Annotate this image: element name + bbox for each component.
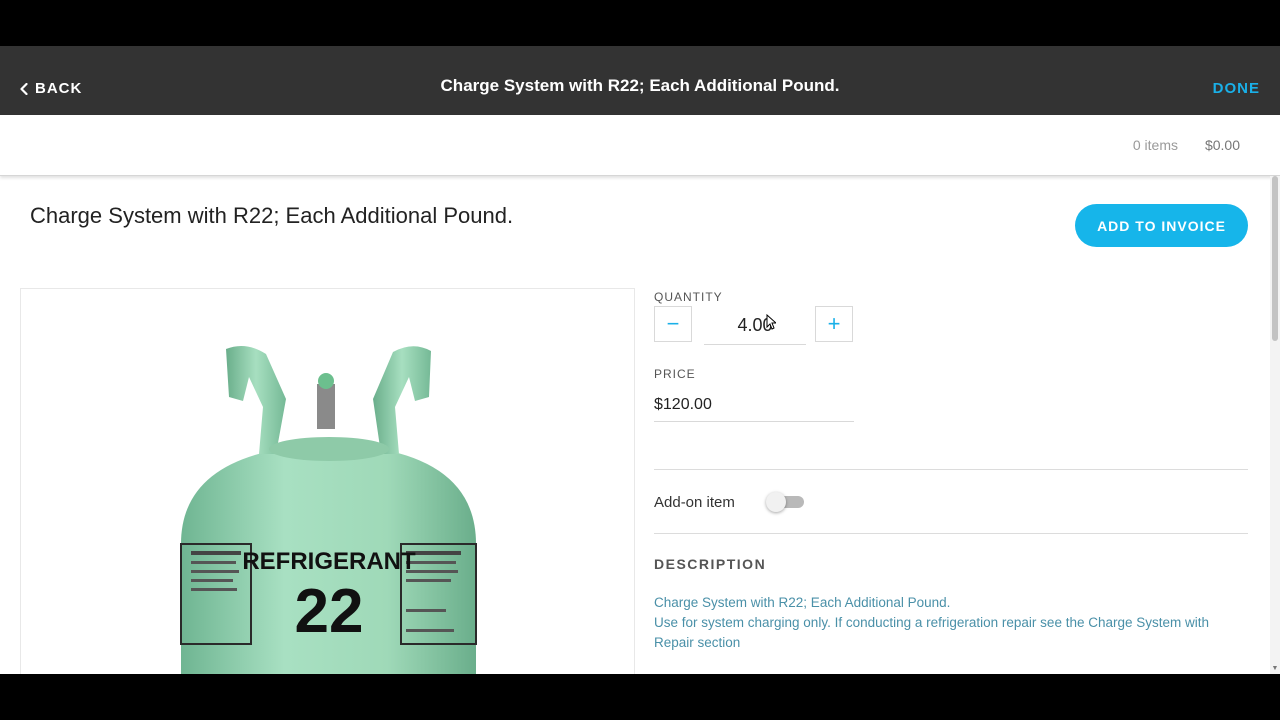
top-navbar: BACK Charge System with R22; Each Additi… [0,46,1280,115]
price-label: PRICE [654,367,696,381]
navbar-title: Charge System with R22; Each Additional … [440,76,840,95]
quantity-label: QUANTITY [654,290,723,304]
minus-icon: − [666,311,680,336]
plus-icon: + [827,311,841,336]
product-image-card: REFRIGERANT 22 [20,288,635,674]
cylinder-number-text: 22 [295,577,364,646]
addon-item-toggle[interactable] [766,492,806,512]
done-button[interactable]: DONE [1213,80,1260,97]
divider [654,469,1248,470]
items-count: 0 items [1132,137,1178,153]
scrollbar-thumb[interactable] [1272,176,1278,341]
letterbox-bottom [0,674,1280,720]
description-heading: DESCRIPTION [654,556,767,572]
quantity-input[interactable] [704,306,806,345]
quantity-increase-button[interactable]: + [815,306,853,342]
description-line: Charge System with R22; Each Additional … [654,595,951,610]
vertical-scrollbar[interactable]: ▼ [1270,176,1280,674]
toggle-knob [766,492,786,512]
description-text: Charge System with R22; Each Additional … [654,593,1244,653]
item-detail-content: Charge System with R22; Each Additional … [0,176,1270,674]
mouse-cursor-icon [766,314,776,330]
invoice-summary-bar: 0 items $0.00 [0,115,1280,176]
letterbox-top [0,0,1280,46]
quantity-decrease-button[interactable]: − [654,306,692,342]
invoice-total: $0.00 [1204,137,1240,153]
scroll-down-arrow-icon[interactable]: ▼ [1270,664,1280,674]
cylinder-label-text: REFRIGERANT [242,548,416,575]
refrigerant-cylinder-image: REFRIGERANT 22 [180,345,477,674]
app-window: BACK Charge System with R22; Each Additi… [0,46,1280,674]
divider [654,533,1248,534]
price-input[interactable] [654,389,854,422]
addon-item-label: Add-on item [654,494,735,511]
description-line: Use for system charging only. If conduct… [654,615,1210,650]
page-title: Charge System with R22; Each Additional … [30,203,514,228]
add-to-invoice-button[interactable]: ADD TO INVOICE [1075,204,1248,247]
